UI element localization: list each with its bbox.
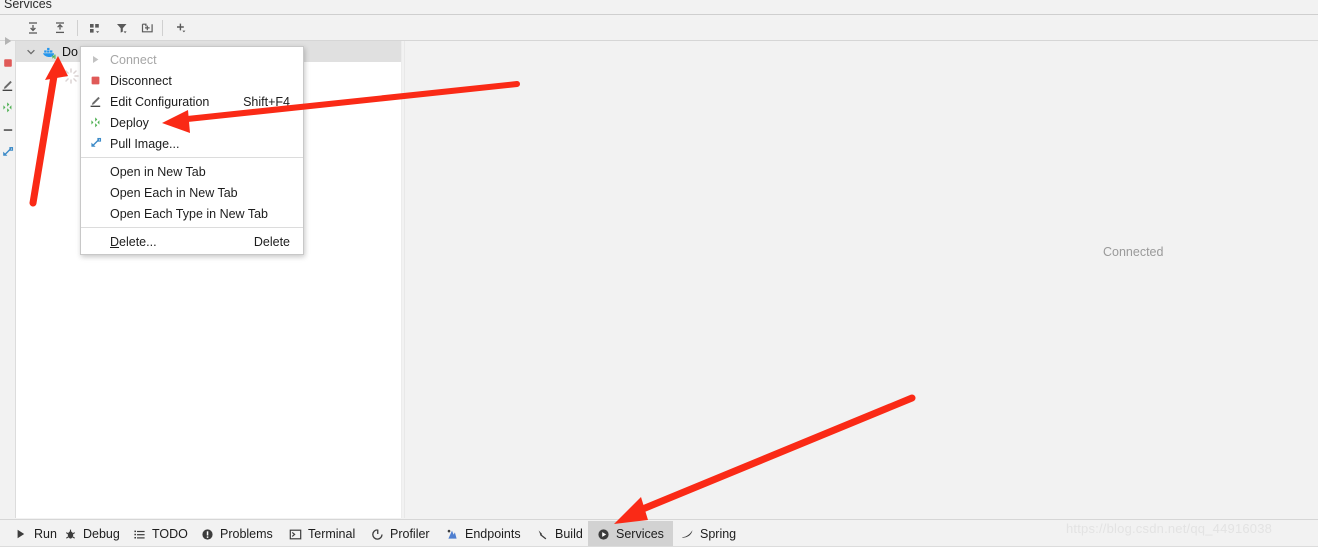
deploy-icon (87, 115, 104, 131)
tab-todo[interactable]: TODO (124, 521, 197, 547)
menu-item-deploy[interactable]: Deploy (81, 112, 303, 133)
context-menu: Connect Disconnect Edit Configuration Sh… (80, 46, 304, 255)
menu-item-pull-image[interactable]: Pull Image... (81, 133, 303, 154)
menu-item-label: Open Each in New Tab (110, 185, 238, 200)
tab-services[interactable]: Services (588, 521, 673, 547)
menu-item-label: Open in New Tab (110, 164, 206, 179)
connection-status-label: Connected (1103, 245, 1164, 259)
menu-separator-2 (81, 227, 303, 228)
expand-all-icon[interactable] (22, 18, 44, 38)
debug-icon (62, 526, 78, 542)
chevron-down-icon[interactable] (24, 45, 38, 59)
tab-build[interactable]: Build (527, 521, 592, 547)
menu-item-open-in-new-tab[interactable]: Open in New Tab (81, 161, 303, 182)
loading-spinner-icon (62, 67, 80, 85)
tab-label: Profiler (390, 527, 430, 541)
menu-item-label: Connect (110, 52, 157, 67)
tab-label: Endpoints (465, 527, 521, 541)
services-detail-panel: Connected (405, 41, 1318, 518)
terminal-icon (287, 526, 303, 542)
menu-item-edit-configuration[interactable]: Edit Configuration Shift+F4 (81, 91, 303, 112)
profiler-icon (369, 526, 385, 542)
minus-icon[interactable] (0, 120, 15, 140)
add-tab-icon[interactable] (136, 18, 158, 38)
menu-item-open-each-in-new-tab[interactable]: Open Each in New Tab (81, 182, 303, 203)
tab-label: Build (555, 527, 583, 541)
pencil-icon (87, 94, 104, 110)
menu-item-mnemonic: D (110, 234, 120, 249)
group-by-icon[interactable] (84, 18, 106, 38)
menu-item-shortcut: Delete (253, 234, 290, 249)
tab-label: Terminal (308, 527, 356, 541)
tab-endpoints[interactable]: Endpoints (437, 521, 530, 547)
tab-label: Run (34, 527, 57, 541)
tab-label: Spring (700, 527, 737, 541)
run-icon (87, 52, 104, 68)
stop-icon[interactable] (0, 53, 15, 73)
menu-item-label: Edit Configuration (110, 94, 210, 109)
menu-item-label: Disconnect (110, 73, 172, 88)
menu-item-open-each-type-in-new-tab[interactable]: Open Each Type in New Tab (81, 203, 303, 224)
problems-icon (199, 526, 215, 542)
spring-icon (679, 526, 695, 542)
edit-configuration-icon[interactable] (0, 75, 15, 95)
toolbar-separator-2 (162, 20, 163, 36)
menu-item-label: Open Each Type in New Tab (110, 206, 268, 221)
tab-label: Debug (83, 527, 120, 541)
docker-icon (41, 44, 59, 60)
stop-icon (87, 73, 104, 89)
tab-debug[interactable]: Debug (55, 521, 129, 547)
tab-label: Problems (220, 527, 273, 541)
collapse-all-icon[interactable] (49, 18, 71, 38)
tab-problems[interactable]: Problems (192, 521, 282, 547)
pull-image-icon[interactable] (0, 142, 15, 162)
toolbar-separator (77, 20, 78, 36)
add-service-icon[interactable] (170, 18, 192, 38)
todo-icon (131, 526, 147, 542)
services-action-rail (0, 37, 16, 518)
run-icon (13, 526, 29, 542)
menu-item-label: Delete... (110, 235, 157, 249)
tree-node-label: Do (62, 44, 78, 59)
menu-item-shortcut: Shift+F4 (243, 94, 290, 109)
services-icon (595, 526, 611, 542)
endpoints-icon (444, 526, 460, 542)
pull-image-icon (87, 136, 104, 152)
filter-icon[interactable] (111, 18, 133, 38)
window-title-bar: Services (0, 0, 1318, 14)
tab-label: TODO (152, 527, 188, 541)
menu-item-disconnect[interactable]: Disconnect (81, 70, 303, 91)
tab-spring[interactable]: Spring (672, 521, 745, 547)
build-icon (534, 526, 550, 542)
tab-profiler[interactable]: Profiler (362, 521, 439, 547)
page-title: Services (4, 0, 52, 11)
deploy-icon[interactable] (0, 97, 15, 117)
services-toolbar (0, 15, 1318, 41)
tab-label: Services (616, 527, 664, 541)
watermark-text: https://blog.csdn.net/qq_44916038 (1066, 521, 1273, 536)
tab-terminal[interactable]: Terminal (280, 521, 364, 547)
menu-item-label: Pull Image... (110, 136, 180, 151)
menu-item-connect[interactable]: Connect (81, 49, 303, 70)
bottom-bar-underline (0, 546, 1318, 550)
menu-item-label-rest: elete... (119, 234, 157, 249)
menu-item-label: Deploy (110, 115, 149, 130)
menu-item-delete[interactable]: Delete... Delete (81, 231, 303, 252)
menu-separator-1 (81, 157, 303, 158)
run-icon[interactable] (0, 31, 15, 51)
